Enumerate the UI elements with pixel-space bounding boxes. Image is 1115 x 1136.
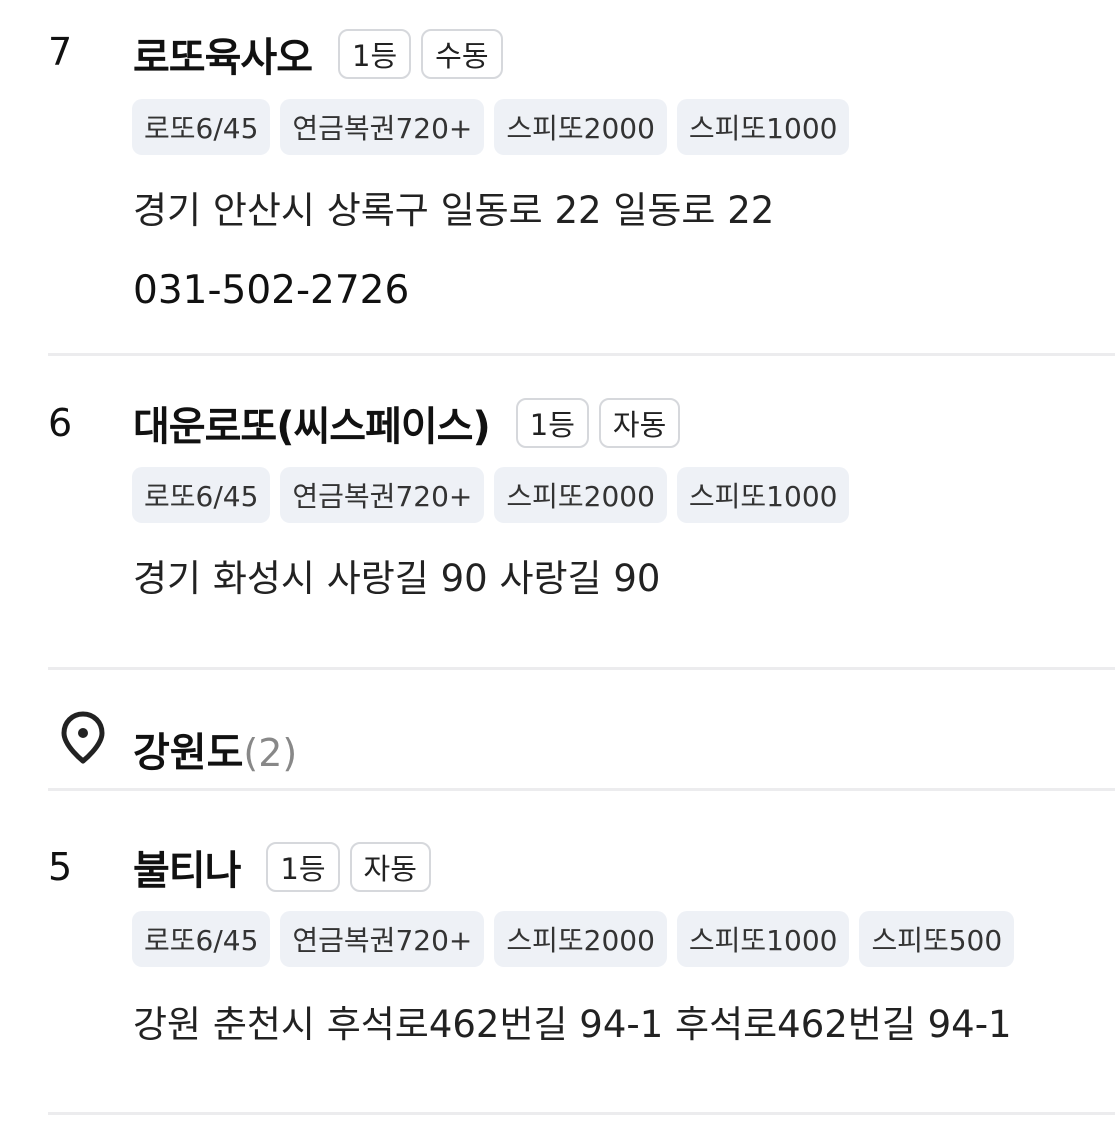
product-tag: 스피또500 (859, 911, 1015, 967)
store-address: 경기 안산시 상록구 일동로 22 일동로 22 (133, 189, 775, 232)
divider (48, 667, 1115, 670)
pick-type-badge: 자동 (598, 398, 681, 448)
map-pin-icon (58, 710, 108, 766)
win-rank-badge: 1등 (515, 398, 589, 448)
product-tag: 스피또2000 (494, 467, 667, 523)
store-rank: 7 (48, 30, 73, 74)
divider (48, 1112, 1115, 1115)
win-rank-badge: 1등 (338, 29, 412, 79)
product-tag: 로또6/45 (132, 467, 271, 523)
pick-type-badge: 수동 (421, 29, 503, 79)
store-item[interactable]: 5 불티나 1등 자동 로또6/45 연금복권720+ 스피또2000 스피또1… (0, 791, 1115, 1113)
store-rank: 5 (48, 845, 73, 889)
product-tag: 스피또1000 (676, 911, 850, 967)
product-tag: 스피또2000 (494, 99, 667, 155)
product-tag: 연금복권720+ (280, 911, 485, 967)
region-name: 강원도 (133, 730, 244, 776)
store-item[interactable]: 7 로또육사오 1등 수동 로또6/45 연금복권720+ 스피또2000 스피… (0, 0, 1115, 355)
store-name: 불티나 (133, 848, 241, 894)
store-address: 강원 춘천시 후석로462번길 94-1 후석로462번길 94-1 (133, 1003, 1012, 1046)
store-name: 대운로또(씨스페이스) (133, 404, 491, 450)
store-name: 로또육사오 (133, 35, 313, 81)
store-rank: 6 (48, 401, 73, 445)
pick-type-badge: 자동 (349, 842, 431, 892)
win-rank-badge: 1등 (266, 842, 340, 892)
store-item[interactable]: 6 대운로또(씨스페이스) 1등 자동 로또6/45 연금복권720+ 스피또2… (0, 356, 1115, 668)
product-tag: 스피또2000 (494, 911, 667, 967)
product-tag: 연금복권720+ (280, 99, 485, 155)
product-tag: 로또6/45 (132, 99, 271, 155)
product-tag: 스피또1000 (676, 467, 850, 523)
region-count: (2) (243, 731, 298, 775)
product-tag: 연금복권720+ (280, 467, 485, 523)
region-header: 강원도(2) (0, 700, 1115, 790)
product-tag: 스피또1000 (676, 99, 850, 155)
store-address: 경기 화성시 사랑길 90 사랑길 90 (133, 557, 661, 600)
store-phone[interactable]: 031-502-2726 (133, 268, 409, 313)
product-tag: 로또6/45 (132, 911, 271, 967)
region-title: 강원도(2) (133, 720, 297, 778)
